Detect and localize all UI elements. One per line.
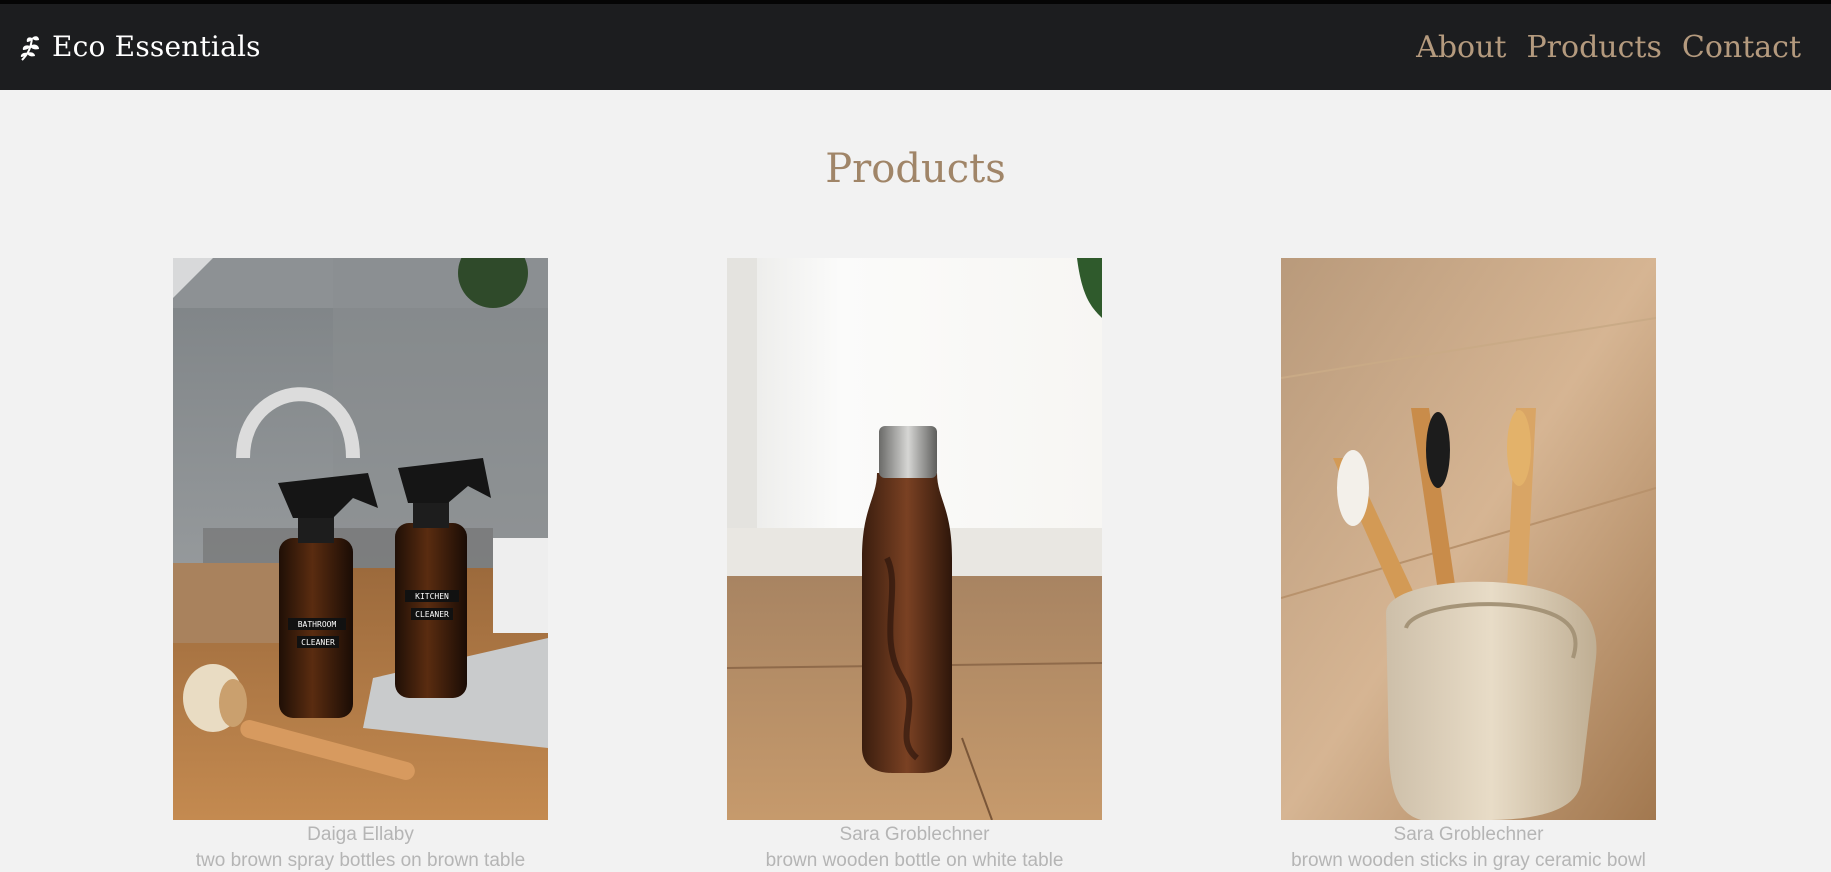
photo-credit[interactable]: Daiga Ellaby (173, 824, 548, 846)
nav-link-about[interactable]: About (1416, 30, 1506, 65)
product-card: Sara Groblechner brown wooden sticks in … (1281, 258, 1656, 872)
nav-link-products[interactable]: Products (1526, 30, 1661, 65)
photo-caption: brown wooden sticks in gray ceramic bowl (1291, 850, 1646, 871)
product-card: Sara Groblechner brown wooden bottle on … (727, 258, 1102, 872)
bottle-label-bathroom: BATHROOM (298, 620, 337, 629)
bottle-label-cleaner: CLEANER (301, 638, 335, 647)
photo-credit[interactable]: Sara Groblechner (1281, 824, 1656, 846)
bottle-label-cleaner: CLEANER (415, 610, 449, 619)
wooden-bottle-photo[interactable] (727, 258, 1102, 820)
photo-credit[interactable]: Sara Groblechner (727, 824, 1102, 846)
bamboo-toothbrushes-photo[interactable] (1281, 258, 1656, 820)
page-title: Products (825, 146, 1006, 192)
main-nav: About Products Contact (1416, 30, 1801, 65)
photo-caption: two brown spray bottles on brown table (195, 850, 526, 871)
product-card: BATHROOM CLEANER KITCHEN CLEANER Daiga E… (173, 258, 548, 872)
top-navbar: Eco Essentials About Products Contact (0, 0, 1831, 90)
bottle-label-kitchen: KITCHEN (415, 592, 449, 601)
brand-name: Eco Essentials (52, 30, 261, 63)
brand-logo-link[interactable]: Eco Essentials (18, 30, 261, 63)
spray-bottles-photo[interactable]: BATHROOM CLEANER KITCHEN CLEANER (173, 258, 548, 820)
leaf-sprig-icon (20, 35, 39, 61)
nav-link-contact[interactable]: Contact (1682, 30, 1801, 65)
photo-caption: brown wooden bottle on white table (765, 850, 1064, 871)
